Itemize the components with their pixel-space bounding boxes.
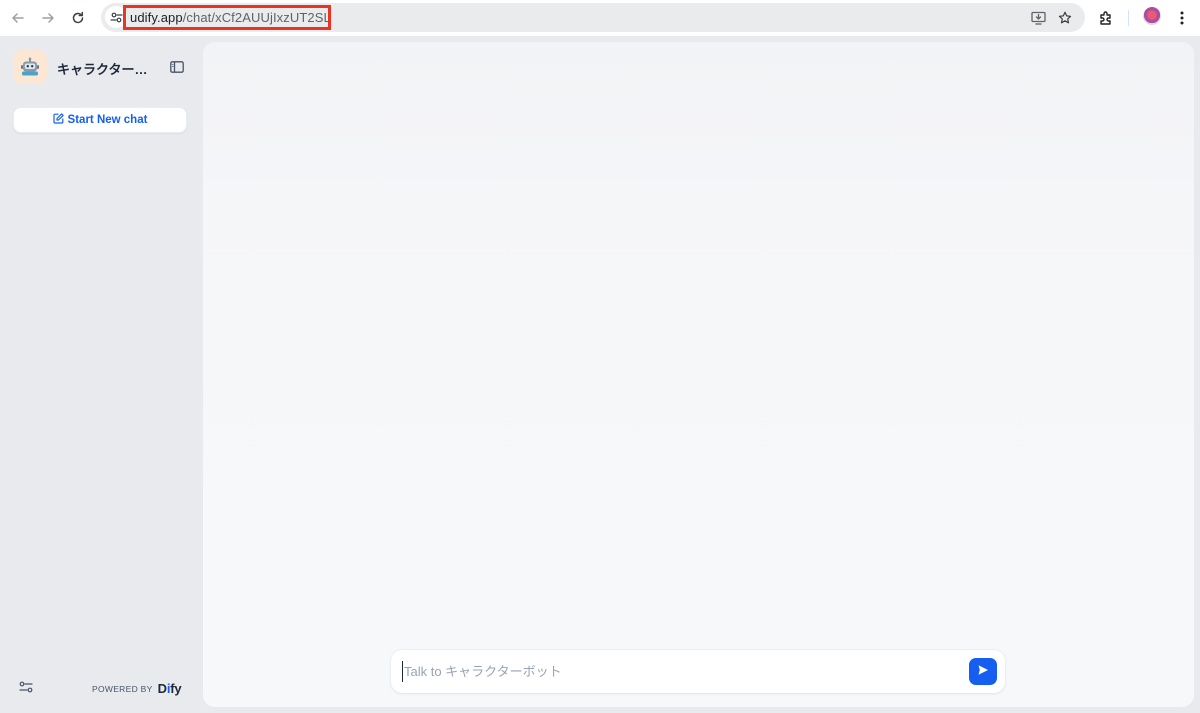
dify-logo-fy: fy: [170, 681, 182, 696]
chrome-menu-icon[interactable]: [1170, 6, 1194, 30]
chat-input-container: [391, 650, 1005, 693]
extensions-icon[interactable]: [1094, 6, 1118, 30]
powered-by: POWERED BY Dify: [92, 681, 182, 696]
send-icon: [977, 663, 989, 681]
app-name: キャラクターボ...: [57, 62, 157, 77]
toolbar-divider: [1128, 10, 1129, 26]
reload-icon[interactable]: [66, 6, 90, 30]
profile-avatar[interactable]: [1143, 7, 1161, 25]
sidebar: キャラクターボ... Start New chat POWERED BY Dif…: [0, 36, 200, 713]
back-icon[interactable]: [6, 6, 30, 30]
url-path: /chat/xCf2AUUjIxzUT2SL: [182, 10, 331, 25]
start-new-chat-label: Start New chat: [67, 114, 148, 126]
chat-panel: [203, 42, 1194, 707]
powered-by-label: POWERED BY: [92, 683, 153, 694]
install-app-icon[interactable]: [1027, 7, 1049, 29]
url-text[interactable]: udify.app/chat/xCf2AUUjIxzUT2SL: [130, 10, 331, 25]
chat-input[interactable]: [402, 661, 962, 682]
dify-logo: Dify: [158, 681, 182, 696]
robot-icon: [13, 50, 47, 84]
start-new-chat-button[interactable]: Start New chat: [13, 107, 187, 133]
settings-sliders-icon[interactable]: [18, 679, 34, 695]
url-host: udify.app: [130, 10, 183, 25]
forward-icon[interactable]: [36, 6, 60, 30]
send-button[interactable]: [969, 658, 997, 685]
browser-toolbar: udify.app/chat/xCf2AUUjIxzUT2SL: [0, 0, 1200, 36]
dify-logo-d: D: [157, 681, 167, 696]
sidebar-toggle-icon[interactable]: [168, 58, 186, 76]
address-bar[interactable]: udify.app/chat/xCf2AUUjIxzUT2SL: [101, 3, 1085, 32]
edit-icon: [52, 113, 64, 127]
bookmark-star-icon[interactable]: [1054, 7, 1076, 29]
